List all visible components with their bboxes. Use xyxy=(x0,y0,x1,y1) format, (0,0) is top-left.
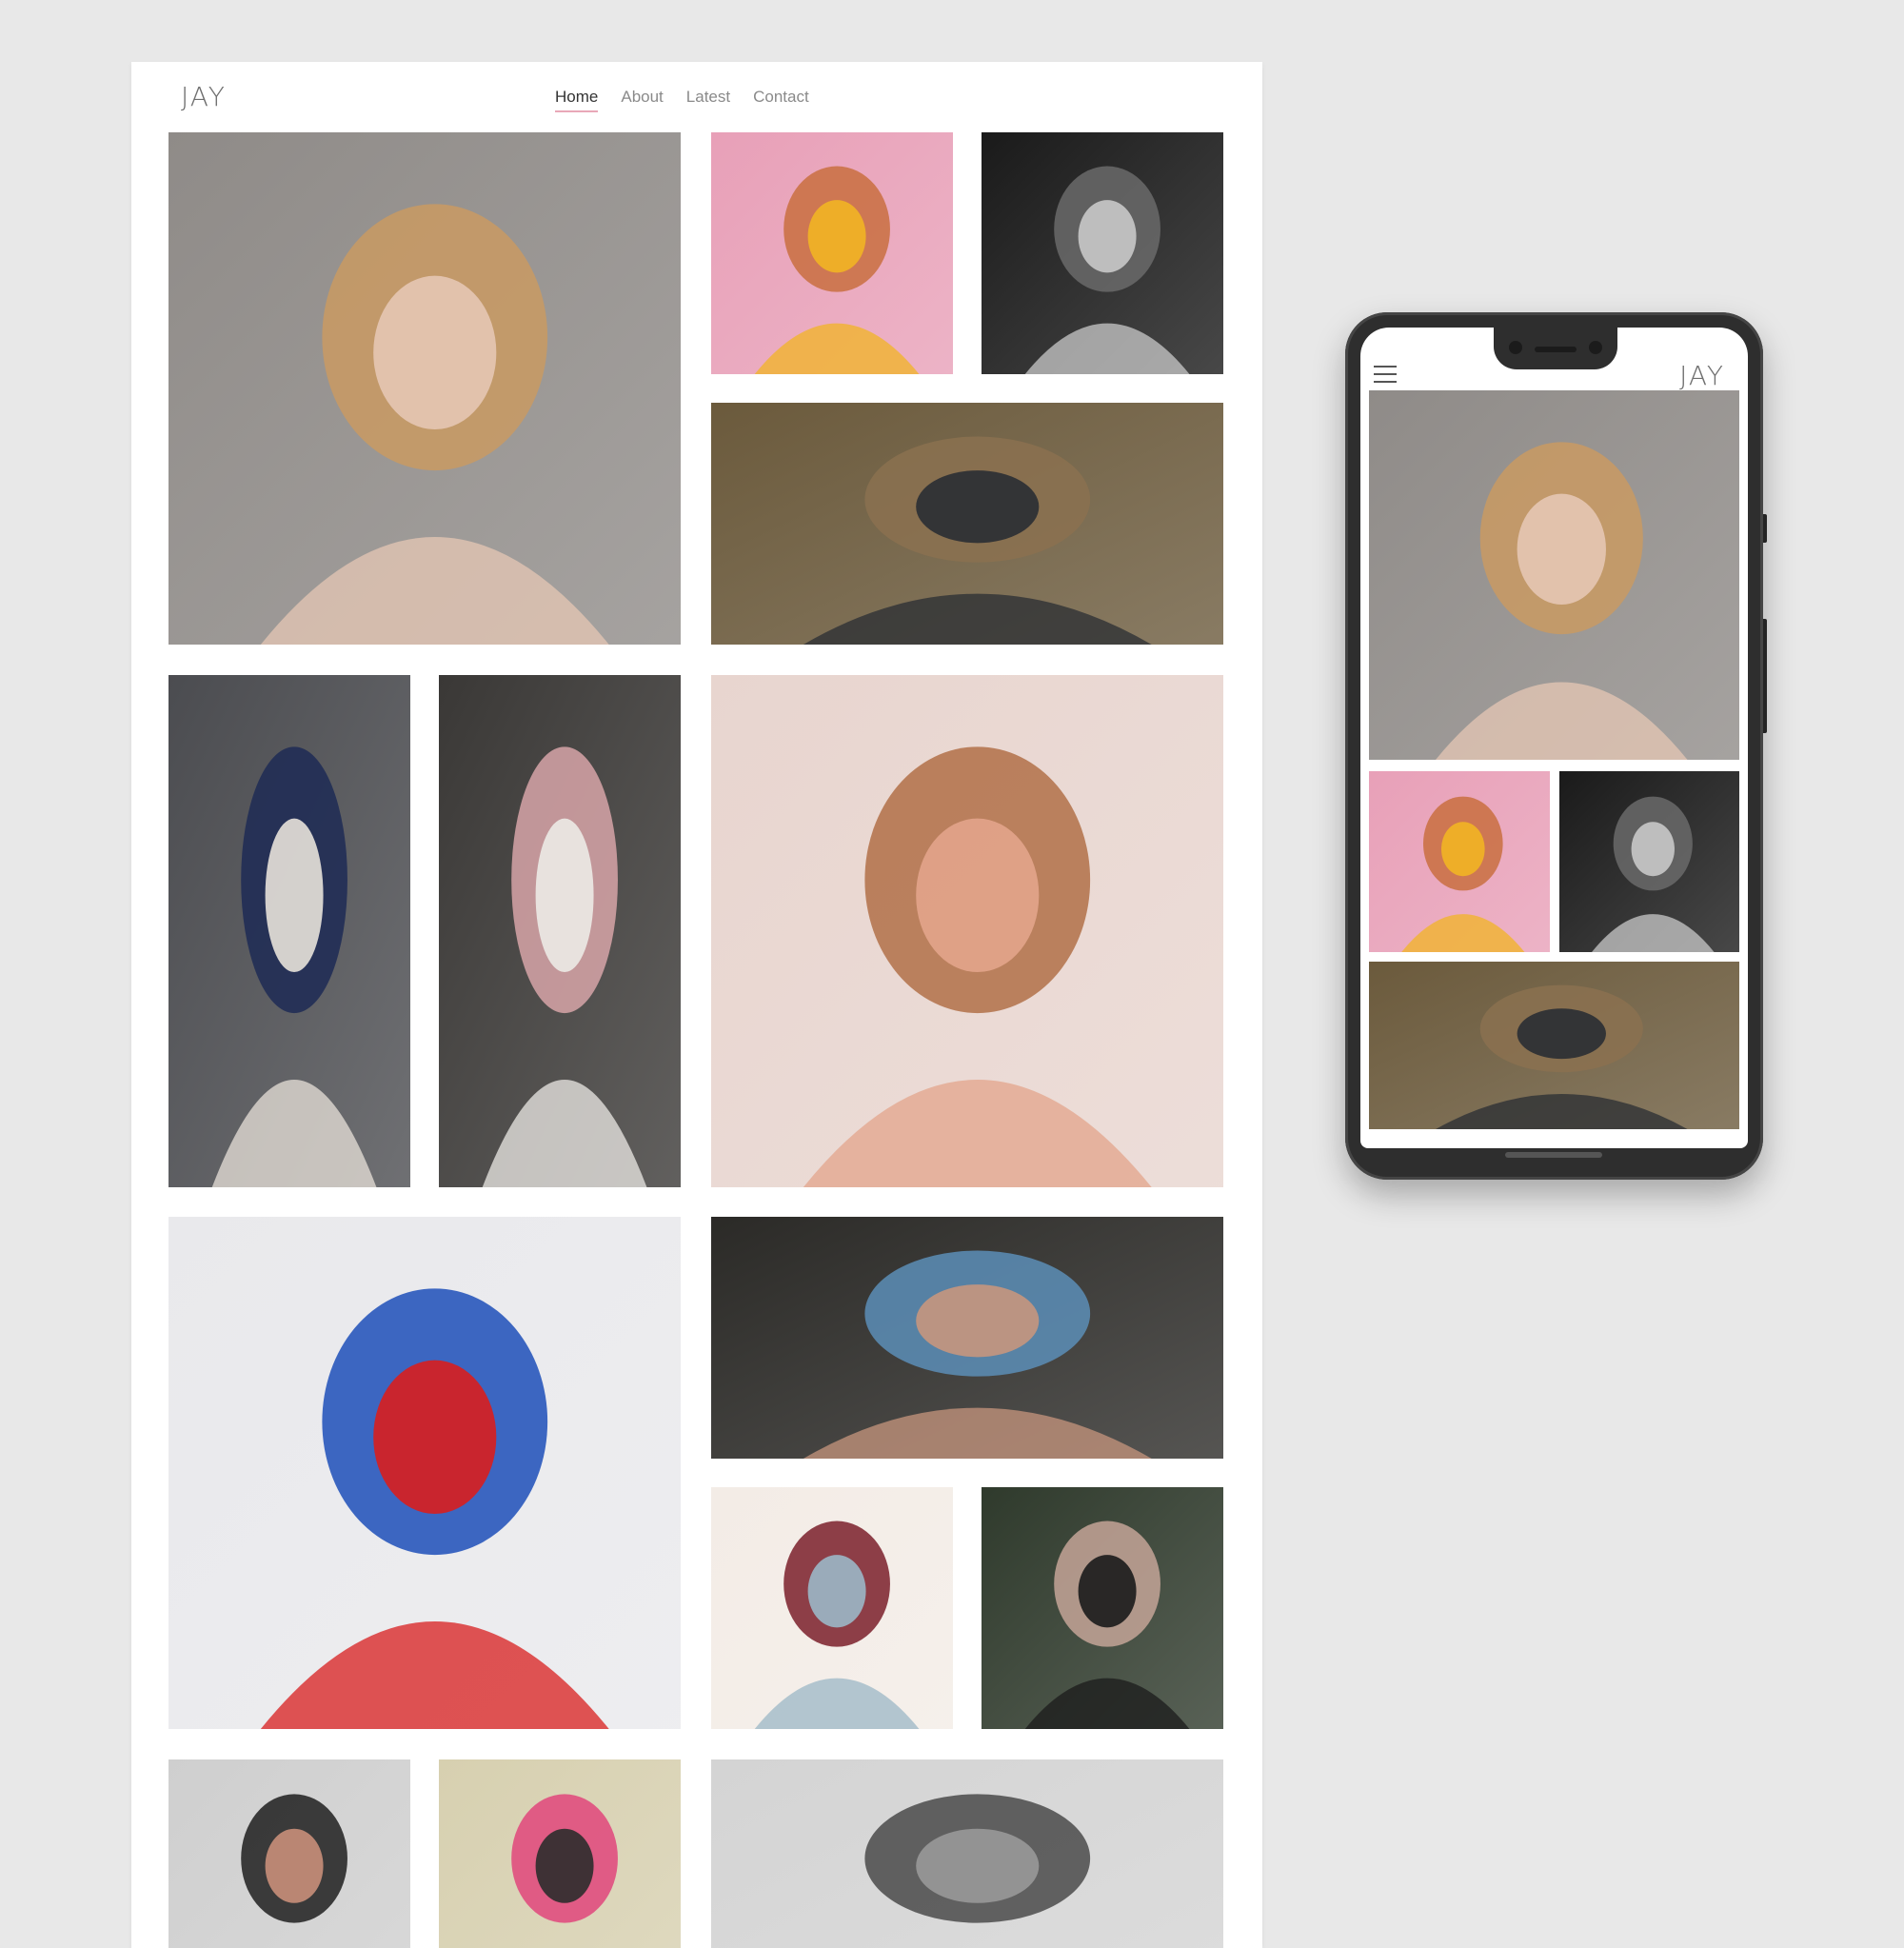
site-logo[interactable]: JAY xyxy=(181,81,227,112)
photo-placeholder-image xyxy=(1369,962,1739,1129)
phone-side-button xyxy=(1763,514,1767,543)
photo-placeholder-image xyxy=(1559,771,1739,952)
gallery-photo[interactable] xyxy=(711,1487,953,1729)
photo-placeholder-image xyxy=(169,132,681,645)
mobile-gallery-photo[interactable] xyxy=(1369,771,1550,952)
gallery-photo[interactable] xyxy=(439,675,681,1187)
hamburger-menu-icon[interactable] xyxy=(1374,366,1398,385)
nav-home[interactable]: Home xyxy=(555,88,599,112)
phone-side-button xyxy=(1763,619,1767,733)
main-nav: Home About Latest Contact xyxy=(555,88,809,112)
phone-mockup: JAY xyxy=(1345,312,1763,1180)
photo-placeholder-image xyxy=(169,675,410,1187)
photo-placeholder-image xyxy=(169,1759,410,1948)
camera-icon xyxy=(1589,341,1602,354)
photo-placeholder-image xyxy=(439,675,681,1187)
photo-placeholder-image xyxy=(982,132,1223,374)
phone-screen: JAY xyxy=(1360,328,1748,1148)
nav-contact[interactable]: Contact xyxy=(753,88,809,112)
gallery-photo[interactable] xyxy=(711,1217,1223,1459)
gallery-photo[interactable] xyxy=(711,132,953,374)
gallery-photo[interactable] xyxy=(169,675,410,1187)
gallery-photo[interactable] xyxy=(169,1217,681,1729)
home-indicator xyxy=(1505,1152,1602,1158)
gallery-photo[interactable] xyxy=(982,1487,1223,1729)
gallery-photo[interactable] xyxy=(711,675,1223,1187)
photo-placeholder-image xyxy=(711,1217,1223,1459)
mobile-gallery-photo[interactable] xyxy=(1369,962,1739,1129)
mobile-site-logo[interactable]: JAY xyxy=(1679,360,1725,391)
gallery-photo[interactable] xyxy=(982,132,1223,374)
gallery-photo[interactable] xyxy=(711,403,1223,645)
photo-placeholder-image xyxy=(982,1487,1223,1729)
mobile-gallery-photo[interactable] xyxy=(1369,390,1739,760)
speaker-grille xyxy=(1535,347,1577,352)
gallery-photo[interactable] xyxy=(169,132,681,645)
nav-about[interactable]: About xyxy=(621,88,663,112)
desktop-site-preview: JAY Home About Latest Contact xyxy=(131,62,1262,1948)
mobile-gallery-photo[interactable] xyxy=(1559,771,1739,952)
photo-placeholder-image xyxy=(439,1759,681,1948)
photo-placeholder-image xyxy=(1369,771,1550,952)
photo-placeholder-image xyxy=(711,132,953,374)
photo-placeholder-image xyxy=(169,1217,681,1729)
gallery-photo[interactable] xyxy=(439,1759,681,1948)
nav-latest[interactable]: Latest xyxy=(686,88,730,112)
gallery-photo[interactable] xyxy=(169,1759,410,1948)
phone-notch xyxy=(1494,328,1617,369)
photo-placeholder-image xyxy=(711,675,1223,1187)
photo-placeholder-image xyxy=(711,403,1223,645)
gallery-photo[interactable] xyxy=(711,1759,1223,1948)
photo-placeholder-image xyxy=(711,1759,1223,1948)
camera-icon xyxy=(1509,341,1522,354)
photo-placeholder-image xyxy=(711,1487,953,1729)
photo-placeholder-image xyxy=(1369,390,1739,760)
